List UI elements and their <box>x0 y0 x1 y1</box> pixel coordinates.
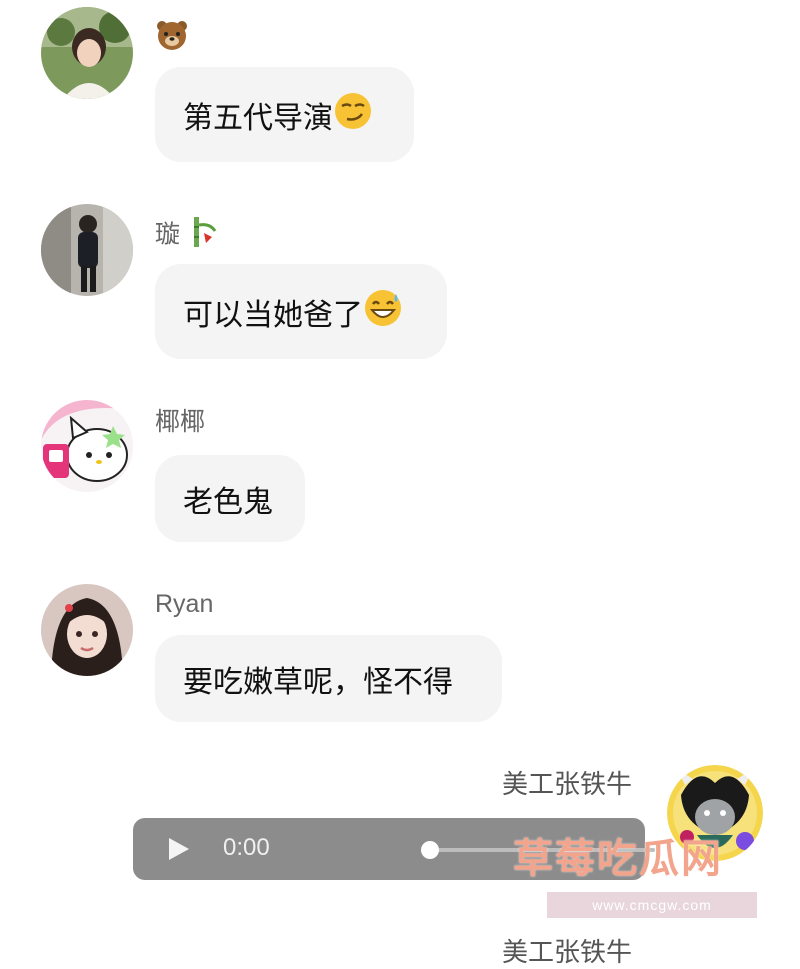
sender-name: Ryan <box>155 590 214 618</box>
avatar[interactable] <box>41 584 133 676</box>
sender-name <box>155 18 189 59</box>
sender-name: 璇 <box>155 215 218 256</box>
message-bubble[interactable]: 第五代导演 <box>155 67 414 162</box>
watermark: 草莓吃瓜网 www.cmcgw.com <box>513 826 763 926</box>
avatar[interactable] <box>41 7 133 99</box>
watermark-title: 草莓吃瓜网 <box>513 836 723 882</box>
smirk-icon <box>333 91 373 139</box>
bamboo-icon <box>188 215 218 256</box>
audio-time: 0:00 <box>223 834 270 861</box>
watermark-url: www.cmcgw.com <box>547 892 757 918</box>
grin-sweat-icon <box>363 288 403 336</box>
audio-progress-knob[interactable] <box>421 841 439 859</box>
sender-name: 椰椰 <box>155 407 206 436</box>
self-sender-name-partial: 美工张铁牛 <box>502 938 633 968</box>
avatar[interactable] <box>41 204 133 296</box>
play-icon[interactable] <box>165 836 191 866</box>
message-bubble[interactable]: 要吃嫩草呢，怪不得 <box>155 635 502 722</box>
self-sender-name: 美工张铁牛 <box>502 770 633 800</box>
avatar[interactable] <box>41 400 133 492</box>
bear-icon <box>155 18 189 59</box>
message-bubble[interactable]: 老色鬼 <box>155 455 305 542</box>
message-bubble[interactable]: 可以当她爸了 <box>155 264 447 359</box>
